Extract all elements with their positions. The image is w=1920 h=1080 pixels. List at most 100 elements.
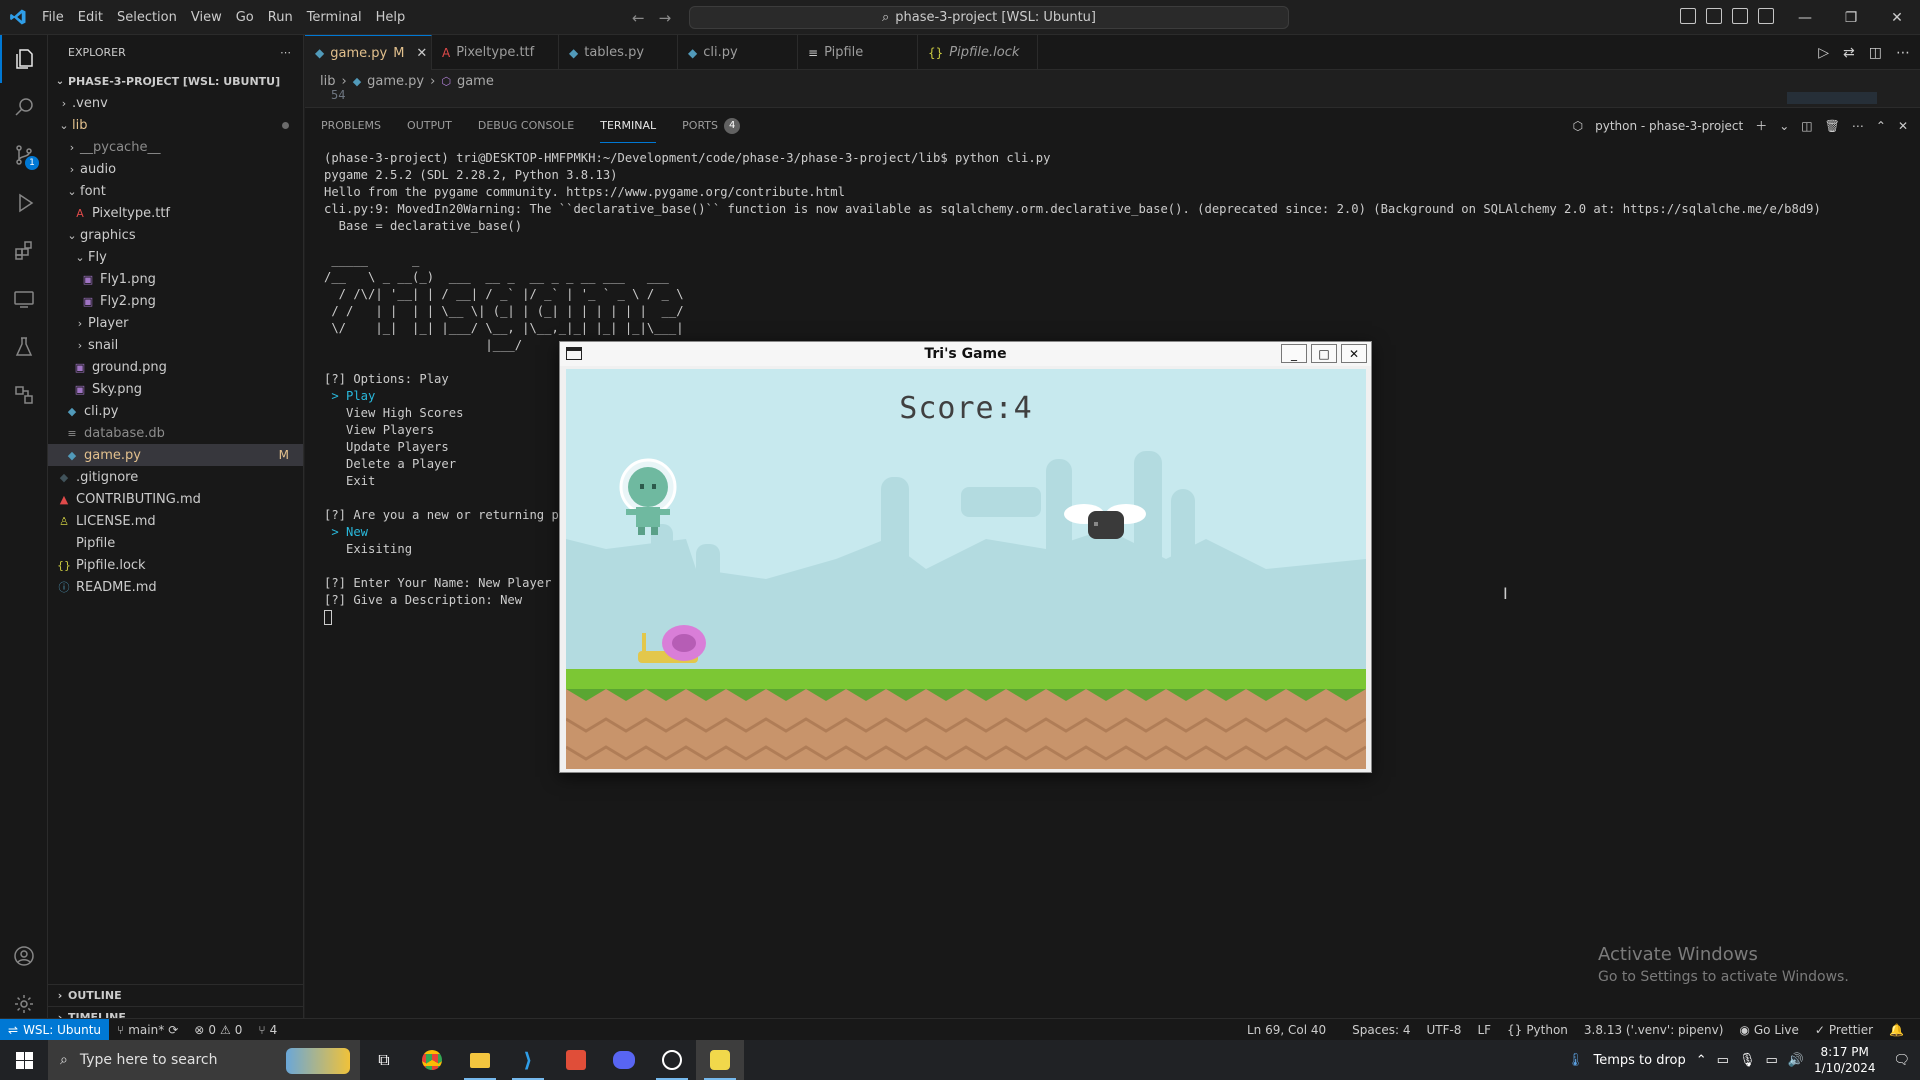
game-minimize-icon[interactable]: _: [1281, 344, 1307, 363]
task-view-icon[interactable]: ⧉: [360, 1040, 408, 1080]
tab-game-py[interactable]: ◆ game.py M ✕: [305, 35, 432, 70]
ports-indicator[interactable]: ⑂ 4: [250, 1023, 285, 1037]
weather-text[interactable]: Temps to drop: [1593, 1053, 1685, 1068]
tree-folder[interactable]: ⌄ Fly: [48, 246, 303, 268]
tab-debug-console[interactable]: DEBUG CONSOLE: [478, 108, 574, 143]
notification-center-icon[interactable]: 🗨: [1893, 1053, 1910, 1068]
tree-folder[interactable]: ⌄ font: [48, 180, 303, 202]
remote-explorer-icon[interactable]: [0, 275, 48, 323]
new-terminal-icon[interactable]: ＋: [1755, 117, 1767, 134]
game-window[interactable]: Tri's Game _ □ ✕ Score:4: [559, 341, 1372, 773]
split-terminal-icon[interactable]: ◫: [1801, 119, 1812, 133]
more-actions-icon[interactable]: ⋯: [1852, 119, 1864, 133]
explorer-icon[interactable]: [0, 35, 48, 83]
tree-file[interactable]: ⓘ README.md: [48, 576, 303, 598]
clock[interactable]: 8:17 PM 1/10/2024: [1814, 1044, 1876, 1076]
python-interpreter[interactable]: 3.8.13 ('.venv': pipenv): [1576, 1023, 1731, 1037]
volume-icon[interactable]: 🔊: [1788, 1053, 1804, 1068]
git-client-icon[interactable]: [552, 1040, 600, 1080]
close-icon[interactable]: ✕: [1874, 0, 1920, 35]
tree-file[interactable]: ▣ Fly1.png: [48, 268, 303, 290]
menu-help[interactable]: Help: [369, 0, 413, 35]
language-mode[interactable]: {} Python: [1499, 1023, 1576, 1037]
game-maximize-icon[interactable]: □: [1311, 344, 1337, 363]
tree-file[interactable]: {} Pipfile.lock: [48, 554, 303, 576]
source-control-icon[interactable]: 1: [0, 131, 48, 179]
tree-file[interactable]: Pipfile: [48, 532, 303, 554]
close-panel-icon[interactable]: ✕: [1898, 119, 1908, 133]
tree-folder[interactable]: ⌄ lib: [48, 114, 303, 136]
tree-file[interactable]: ▣ Fly2.png: [48, 290, 303, 312]
prettier-button[interactable]: ✓ Prettier: [1807, 1023, 1881, 1037]
restore-icon[interactable]: ❐: [1828, 0, 1874, 35]
toggle-primary-sidebar-icon[interactable]: [1680, 8, 1696, 24]
toggle-secondary-sidebar-icon[interactable]: [1732, 8, 1748, 24]
run-debug-icon[interactable]: [0, 179, 48, 227]
command-center[interactable]: ⌕ phase-3-project [WSL: Ubuntu]: [689, 6, 1289, 29]
tab-tables-py[interactable]: ◆ tables.py: [559, 35, 678, 70]
game-close-icon[interactable]: ✕: [1341, 344, 1367, 363]
tab-cli-py[interactable]: ◆ cli.py: [678, 35, 798, 70]
windows-start-icon[interactable]: [0, 1040, 48, 1080]
kill-terminal-trash-icon[interactable]: 🗑: [1825, 119, 1840, 133]
tab-output[interactable]: OUTPUT: [407, 108, 452, 143]
indentation[interactable]: Spaces: 4: [1344, 1023, 1418, 1037]
more-actions-icon[interactable]: ⋯: [280, 46, 291, 59]
tree-folder[interactable]: › Player: [48, 312, 303, 334]
testing-icon[interactable]: [0, 323, 48, 371]
pygame-taskbar-icon[interactable]: [696, 1040, 744, 1080]
tree-file[interactable]: ◆ game.py M: [48, 444, 303, 466]
menu-selection[interactable]: Selection: [110, 0, 184, 35]
close-tab-icon[interactable]: ✕: [416, 46, 427, 61]
tree-file[interactable]: A Pixeltype.ttf: [48, 202, 303, 224]
breadcrumb-file[interactable]: game.py: [367, 74, 424, 89]
meet-now-icon[interactable]: ▭: [1717, 1053, 1729, 1068]
menu-file[interactable]: File: [35, 0, 71, 35]
search-icon[interactable]: [0, 83, 48, 131]
tab-terminal[interactable]: TERMINAL: [600, 108, 657, 143]
app-circle-icon[interactable]: [648, 1040, 696, 1080]
minimize-icon[interactable]: —: [1782, 0, 1828, 35]
menu-view[interactable]: View: [184, 0, 229, 35]
tree-folder[interactable]: › .venv: [48, 92, 303, 114]
tree-file[interactable]: ▲ CONTRIBUTING.md: [48, 488, 303, 510]
game-canvas[interactable]: Score:4: [566, 369, 1366, 769]
toggle-panel-icon[interactable]: [1706, 8, 1722, 24]
remote-indicator[interactable]: ⇌ WSL: Ubuntu: [0, 1018, 110, 1041]
outline-section[interactable]: › OUTLINE: [48, 984, 303, 1006]
run-python-file-icon[interactable]: ▷: [1818, 45, 1829, 61]
compare-changes-icon[interactable]: ⇄: [1843, 45, 1855, 61]
cursor-position[interactable]: Ln 69, Col 40: [1239, 1023, 1334, 1037]
game-window-titlebar[interactable]: Tri's Game _ □ ✕: [560, 342, 1371, 366]
tree-file[interactable]: ▣ Sky.png: [48, 378, 303, 400]
tab-problems[interactable]: PROBLEMS: [321, 108, 381, 143]
menu-terminal[interactable]: Terminal: [300, 0, 369, 35]
discord-icon[interactable]: [600, 1040, 648, 1080]
encoding[interactable]: UTF-8: [1418, 1023, 1469, 1037]
minimap[interactable]: [1787, 92, 1877, 104]
chrome-icon[interactable]: [408, 1040, 456, 1080]
back-arrow-icon[interactable]: ←: [632, 9, 645, 27]
notifications-bell-icon[interactable]: 🔔: [1881, 1023, 1912, 1037]
menu-edit[interactable]: Edit: [71, 0, 110, 35]
tab-pipfile-lock[interactable]: {} Pipfile.lock: [918, 35, 1038, 70]
tree-folder[interactable]: ⌄ graphics: [48, 224, 303, 246]
taskbar-search[interactable]: ⌕ Type here to search: [48, 1040, 360, 1080]
tree-file[interactable]: ◆ cli.py: [48, 400, 303, 422]
breadcrumb-symbol[interactable]: game: [457, 74, 494, 89]
network-icon[interactable]: ▭: [1765, 1053, 1777, 1068]
end-of-line[interactable]: LF: [1469, 1023, 1499, 1037]
terminal-name[interactable]: python - phase-3-project: [1595, 119, 1743, 133]
accounts-icon[interactable]: [0, 932, 48, 980]
tab-pipfile[interactable]: ≡ Pipfile: [798, 35, 918, 70]
tree-folder[interactable]: › audio: [48, 158, 303, 180]
tree-file[interactable]: ♙ LICENSE.md: [48, 510, 303, 532]
tab-pixeltype-ttf[interactable]: A Pixeltype.ttf: [432, 35, 559, 70]
branch-indicator[interactable]: ⑂ main* ⟳: [109, 1023, 186, 1037]
chevron-down-icon[interactable]: ⌄: [1779, 119, 1789, 133]
vscode-taskbar-icon[interactable]: ⟩: [504, 1040, 552, 1080]
maximize-panel-icon[interactable]: ⌃: [1876, 119, 1886, 133]
go-live-button[interactable]: ◉ Go Live: [1731, 1023, 1806, 1037]
editor-area[interactable]: 54: [305, 88, 1920, 106]
microphone-icon[interactable]: 🎙: [1739, 1053, 1756, 1068]
